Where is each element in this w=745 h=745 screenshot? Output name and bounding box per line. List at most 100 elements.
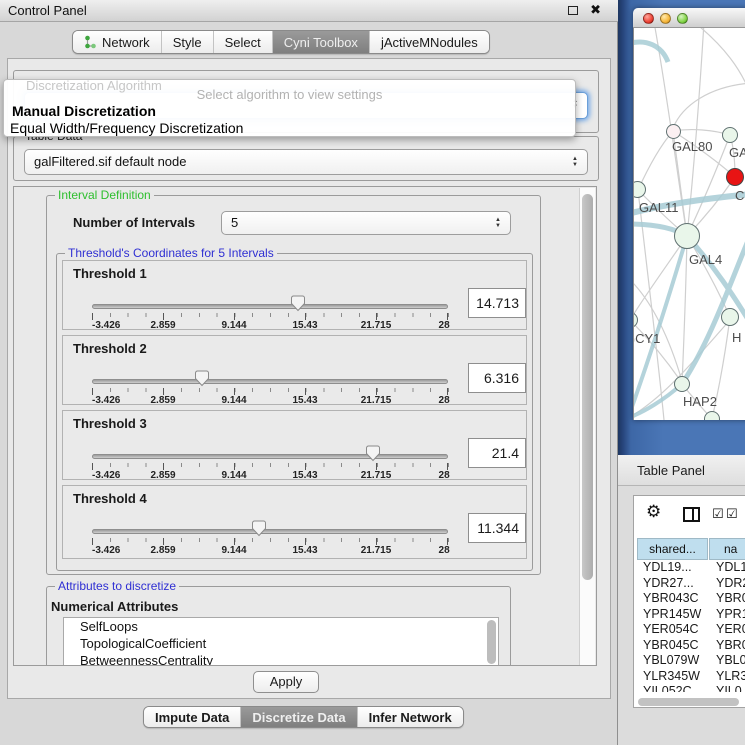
tab-label: Style (173, 31, 202, 54)
column-header-shared-name[interactable]: shared... (637, 538, 708, 560)
control-panel-titlebar[interactable]: Control Panel ✖ (0, 0, 618, 22)
tick-label: 21.715 (361, 320, 392, 331)
close-traffic-light-icon[interactable] (643, 13, 654, 24)
dropdown-option-equal-width[interactable]: Equal Width/Frequency Discretization (10, 120, 243, 136)
tick-label: 9.144 (221, 545, 246, 556)
threshold-1-panel: Threshold 1 -3.426 2.859 9.144 15.43 21.… (62, 260, 527, 330)
cell: YLR3 (716, 669, 745, 685)
threshold-4-panel: Threshold 4 -3.426 2.859 9.144 15.43 21.… (62, 485, 527, 559)
tab-jactivemnodules[interactable]: jActiveMNodules (369, 31, 489, 53)
table-row[interactable]: YBR045CYBR0 (637, 638, 745, 654)
slider-major-ticks (92, 463, 448, 470)
threshold-2-slider[interactable]: -3.426 2.859 9.144 15.43 21.715 28 (92, 336, 448, 406)
threshold-4-value-field[interactable]: 11.344 (468, 513, 526, 543)
network-canvas[interactable]: GAL80 GA C GAL11 GAL4 GCY1 H HAP2 (633, 28, 745, 420)
network-window-titlebar[interactable] (633, 8, 745, 28)
minimize-traffic-light-icon[interactable] (660, 13, 671, 24)
tick-label: -3.426 (92, 545, 120, 556)
tab-infer-network[interactable]: Infer Network (357, 707, 463, 727)
threshold-1-value-field[interactable]: 14.713 (468, 288, 526, 318)
columns-icon[interactable] (683, 507, 700, 522)
table-row[interactable]: YPR145W YPR1 (637, 607, 745, 623)
table-row[interactable]: YBR043CYBR0 (637, 591, 745, 607)
node-h[interactable] (721, 308, 739, 326)
node-gal4[interactable] (674, 223, 700, 249)
threshold-2-value-field[interactable]: 6.316 (468, 363, 526, 393)
checkbox-select-all-icon[interactable]: ☑ (712, 506, 723, 522)
network-view-window[interactable]: GAL80 GA C GAL11 GAL4 GCY1 H HAP2 (633, 8, 745, 420)
node-gal80[interactable] (666, 124, 681, 139)
column-header-name[interactable]: na (709, 538, 745, 560)
settings-scrollbar-track[interactable] (579, 188, 595, 666)
list-item[interactable]: BetweennessCentrality (64, 652, 498, 666)
slider-thumb[interactable] (251, 520, 267, 537)
tab-style[interactable]: Style (161, 31, 213, 53)
slider-track[interactable] (92, 304, 448, 309)
slider-major-ticks (92, 388, 448, 395)
tab-network[interactable]: Network (73, 31, 161, 53)
tick-label: 2.859 (150, 545, 175, 556)
numerical-attributes-list[interactable]: SelfLoops TopologicalCoefficient Between… (63, 617, 499, 666)
float-window-icon[interactable] (568, 6, 578, 15)
node-label: GAL80 (672, 139, 712, 154)
slider-track[interactable] (92, 379, 448, 384)
list-item[interactable]: TopologicalCoefficient (64, 635, 498, 652)
table-data-combobox[interactable]: galFiltered.sif default node ▲▼ (24, 149, 588, 175)
close-icon[interactable]: ✖ (590, 2, 601, 18)
slider-thumb[interactable] (365, 445, 381, 462)
table-horizontal-scrollbar[interactable] (638, 698, 739, 706)
cell: YBR045C (643, 638, 699, 654)
tick-label: 15.43 (292, 545, 317, 556)
tab-cyni-toolbox[interactable]: Cyni Toolbox (272, 31, 369, 53)
node-label: C (735, 188, 744, 203)
cell: YLR345W (643, 669, 700, 685)
cell: YER054C (643, 622, 699, 638)
cell: YPR145W (643, 607, 701, 623)
tick-label: 21.715 (361, 545, 392, 556)
node-label: HAP2 (683, 394, 717, 409)
tick-label: 9.144 (221, 470, 246, 481)
threshold-3-slider[interactable]: -3.426 2.859 9.144 15.43 21.715 28 (92, 411, 448, 481)
table-row[interactable]: YDL19...YDL1 (637, 560, 745, 576)
tab-label: Cyni Toolbox (284, 31, 358, 54)
threshold-1-slider[interactable]: -3.426 2.859 9.144 15.43 21.715 28 (92, 261, 448, 331)
table-row[interactable]: YER054CYER0 (637, 622, 745, 638)
node-bottom-partial[interactable] (704, 411, 720, 420)
table-row[interactable]: YIL052CYIL0 (637, 684, 745, 692)
slider-track[interactable] (92, 454, 448, 459)
intervals-value: 5 (231, 215, 238, 230)
number-of-intervals-spinner[interactable]: 5 ▲▼ (221, 211, 511, 235)
node-hap2[interactable] (674, 376, 690, 392)
slider-thumb[interactable] (290, 295, 306, 312)
tab-select[interactable]: Select (213, 31, 272, 53)
node-top-right[interactable] (722, 127, 738, 143)
tick-label: 2.859 (150, 395, 175, 406)
slider-major-ticks (92, 538, 448, 545)
table-panel-header[interactable]: Table Panel (618, 455, 745, 486)
threshold-3-value-field[interactable]: 21.4 (468, 438, 526, 468)
list-item[interactable]: SelfLoops (64, 618, 498, 635)
tick-label: 28 (439, 320, 450, 331)
list-scrollbar[interactable] (487, 620, 496, 664)
tick-label: 2.859 (150, 320, 175, 331)
slider-thumb[interactable] (194, 370, 210, 387)
threshold-4-slider[interactable]: -3.426 2.859 9.144 15.43 21.715 28 (92, 486, 448, 556)
tab-impute-data[interactable]: Impute Data (144, 707, 240, 727)
checkbox-select-none-icon[interactable]: ☑ (726, 506, 737, 522)
dropdown-option-manual[interactable]: Manual Discretization (12, 103, 156, 119)
thresholds-group-title: Threshold's Coordinates for 5 Intervals (65, 246, 277, 260)
node-selected-red[interactable] (726, 168, 744, 186)
table-row[interactable]: YBL079WYBL0 (637, 653, 745, 669)
slider-track[interactable] (92, 529, 448, 534)
zoom-traffic-light-icon[interactable] (677, 13, 688, 24)
tab-discretize-data[interactable]: Discretize Data (240, 707, 356, 727)
table-row[interactable]: YLR345W YLR3 (637, 669, 745, 685)
apply-button[interactable]: Apply (253, 671, 319, 693)
cell: YPR1 (716, 607, 745, 623)
settings-scrollbar-thumb[interactable] (582, 194, 593, 580)
table-card: ⚙ ☑ ☑ shared... na YDL19...YDL1 YDR27...… (633, 495, 745, 708)
table-row[interactable]: YDR27...YDR2 (637, 576, 745, 592)
gear-icon[interactable]: ⚙ (646, 502, 661, 522)
cell: YBR0 (716, 591, 745, 607)
cell: YDR27... (643, 576, 694, 592)
